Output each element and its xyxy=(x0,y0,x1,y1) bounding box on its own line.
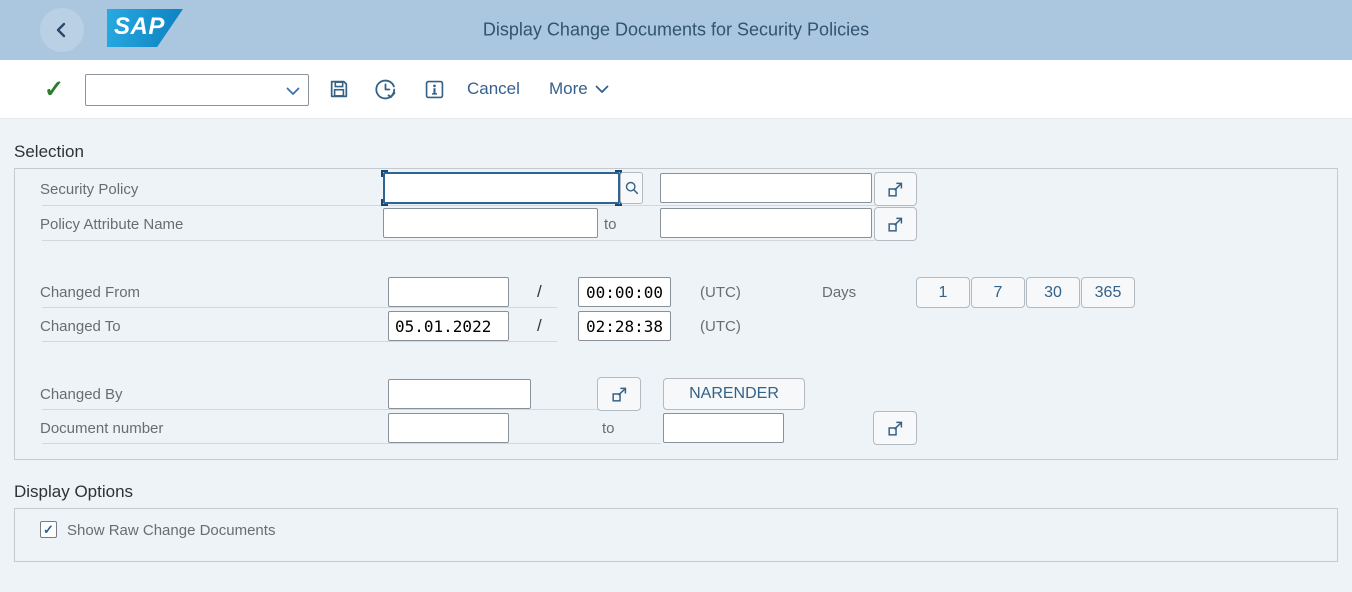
history-button[interactable] xyxy=(371,75,399,103)
checkbox-check-icon: ✓ xyxy=(43,523,54,536)
date-time-separator: / xyxy=(537,282,542,302)
document-number-from-input[interactable] xyxy=(388,413,509,443)
header-bar: SAP Display Change Documents for Securit… xyxy=(0,0,1352,60)
page-title: Display Change Documents for Security Po… xyxy=(483,20,869,41)
changed-to-utc-label: (UTC) xyxy=(700,318,741,335)
chevron-down-icon xyxy=(286,87,300,96)
toolbar: ✓ xyxy=(0,60,1352,119)
row-underline xyxy=(42,409,598,410)
focus-corner xyxy=(381,199,388,206)
policy-attribute-to-label: to xyxy=(604,216,617,233)
chevron-left-icon xyxy=(52,20,72,40)
row-underline xyxy=(42,307,557,308)
search-icon xyxy=(624,180,640,196)
changed-by-input[interactable] xyxy=(388,379,531,409)
info-icon xyxy=(424,79,445,100)
show-raw-change-documents-label: Show Raw Change Documents xyxy=(67,522,275,539)
policy-attribute-label: Policy Attribute Name xyxy=(40,216,183,233)
changed-from-date-input[interactable] xyxy=(388,277,509,307)
days-button-30[interactable]: 30 xyxy=(1026,277,1080,308)
clock-icon xyxy=(374,78,397,101)
row-underline xyxy=(42,341,557,342)
policy-attribute-from-input[interactable] xyxy=(383,208,598,238)
sap-logo: SAP xyxy=(107,9,183,47)
changed-to-date-input[interactable] xyxy=(388,311,509,341)
info-button[interactable] xyxy=(420,75,448,103)
multi-select-icon xyxy=(886,215,905,234)
changed-from-time-input[interactable] xyxy=(578,277,671,307)
row-underline xyxy=(42,443,661,444)
changed-from-label: Changed From xyxy=(40,284,140,301)
security-policy-label: Security Policy xyxy=(40,181,138,198)
changed-from-utc-label: (UTC) xyxy=(700,284,741,301)
variant-combobox-input[interactable] xyxy=(90,76,280,104)
days-button-7[interactable]: 7 xyxy=(971,277,1025,308)
security-policy-to-input[interactable] xyxy=(660,173,872,203)
focus-corner xyxy=(381,170,388,177)
approve-check-icon: ✓ xyxy=(44,76,64,103)
application-window: SAP Display Change Documents for Securit… xyxy=(0,0,1352,592)
row-underline xyxy=(42,205,875,206)
current-user-button[interactable]: NARENDER xyxy=(663,378,805,410)
document-number-to-input[interactable] xyxy=(663,413,784,443)
document-number-to-label: to xyxy=(602,420,615,437)
changed-to-label: Changed To xyxy=(40,318,121,335)
chevron-down-icon xyxy=(595,85,609,94)
days-button-1[interactable]: 1 xyxy=(916,277,970,308)
date-time-separator: / xyxy=(537,316,542,336)
save-button[interactable] xyxy=(325,75,353,103)
security-policy-from-input[interactable] xyxy=(383,172,620,204)
document-number-multiselect-button[interactable] xyxy=(873,411,917,445)
policy-attribute-to-input[interactable] xyxy=(660,208,872,238)
row-underline xyxy=(42,240,875,241)
multi-select-icon xyxy=(886,180,905,199)
variant-combobox[interactable] xyxy=(85,74,309,106)
days-button-365[interactable]: 365 xyxy=(1081,277,1135,308)
security-policy-multiselect-button[interactable] xyxy=(874,172,917,206)
changed-to-time-input[interactable] xyxy=(578,311,671,341)
show-raw-change-documents-checkbox[interactable]: ✓ xyxy=(40,521,57,538)
changed-by-label: Changed By xyxy=(40,386,123,403)
policy-attribute-multiselect-button[interactable] xyxy=(874,207,917,241)
changed-by-multiselect-button[interactable] xyxy=(597,377,641,411)
multi-select-icon xyxy=(886,419,905,438)
security-policy-value-help-button[interactable] xyxy=(620,172,643,204)
days-label: Days xyxy=(822,284,856,301)
approve-button[interactable]: ✓ xyxy=(44,75,64,104)
display-options-heading: Display Options xyxy=(14,482,133,502)
back-button[interactable] xyxy=(40,8,84,52)
document-number-label: Document number xyxy=(40,420,163,437)
more-button-label: More xyxy=(549,79,588,99)
cancel-button[interactable]: Cancel xyxy=(467,79,520,99)
save-icon xyxy=(328,78,350,100)
multi-select-icon xyxy=(610,385,629,404)
selection-heading: Selection xyxy=(14,142,84,162)
more-button[interactable]: More xyxy=(549,79,609,99)
sap-logo-text: SAP xyxy=(107,13,165,43)
security-policy-from-field xyxy=(383,172,620,204)
